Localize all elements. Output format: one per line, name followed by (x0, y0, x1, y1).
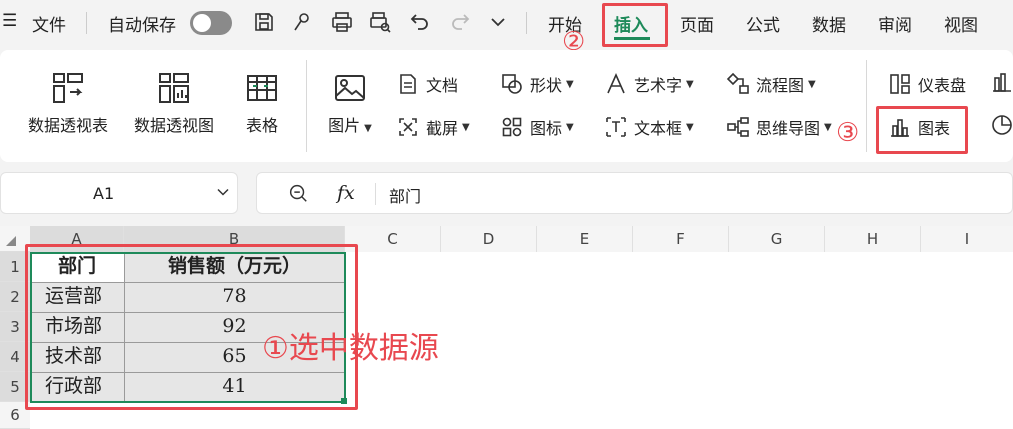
ribbon-divider (306, 60, 307, 152)
picture-button[interactable]: 图片 ▼ (322, 70, 378, 136)
divider (526, 12, 527, 34)
cell-reference: A1 (93, 184, 115, 203)
document-icon (396, 72, 420, 96)
tab-review[interactable]: 审阅 (878, 11, 912, 36)
pie-chart-icon[interactable] (990, 113, 1013, 137)
textbox-icon (604, 115, 628, 139)
table-label: 表格 (245, 116, 278, 135)
autosave-label: 自动保存 (108, 16, 176, 36)
pivot-chart-label: 数据透视图 (133, 116, 214, 135)
column-header-f[interactable]: F (633, 226, 729, 252)
mindmap-label: 思维导图 (756, 119, 821, 138)
chevron-down-icon: ▼ (566, 121, 574, 133)
column-header-i[interactable]: I (921, 226, 1013, 252)
pivot-table-button[interactable]: 数据透视表 (22, 70, 114, 136)
save-icon[interactable] (252, 10, 276, 34)
column-header-d[interactable]: D (441, 226, 537, 252)
column-header-g[interactable]: G (729, 226, 825, 252)
chevron-down-icon: ▼ (566, 78, 574, 90)
print-icon[interactable] (330, 10, 354, 34)
pivot-chart-button[interactable]: 数据透视图 (128, 70, 220, 136)
column-header-c[interactable]: C (345, 226, 441, 252)
column-header-h[interactable]: H (825, 226, 921, 252)
divider (86, 12, 87, 34)
shape-label: 形状 (530, 76, 563, 95)
flowchart-label: 流程图 (756, 76, 805, 95)
chevron-down-icon: ▼ (686, 78, 694, 90)
textbox-button[interactable]: 文本框 ▼ (604, 113, 694, 141)
top-toolbar: ☰ 文件 自动保存 开始 插入 页面 公式 数据 审阅 视图 (0, 0, 1013, 46)
autosave-toggle[interactable] (190, 11, 232, 35)
table-button[interactable]: 表格 (236, 70, 288, 136)
tab-view[interactable]: 视图 (944, 11, 978, 36)
shape-icon (500, 72, 524, 96)
format-painter-icon[interactable] (290, 10, 314, 34)
document-button[interactable]: 文档 (396, 70, 458, 98)
flowchart-icon (726, 72, 750, 96)
screenshot-button[interactable]: 截屏 ▼ (396, 113, 470, 141)
insert-tab-highlight (602, 3, 668, 47)
dashboard-label: 仪表盘 (918, 76, 967, 95)
zoom-search-icon[interactable] (287, 182, 309, 204)
tab-page[interactable]: 页面 (680, 11, 714, 36)
icon-button[interactable]: 图标 ▼ (500, 113, 574, 141)
chevron-down-icon: ▼ (686, 121, 694, 133)
fx-icon[interactable]: fx (337, 182, 355, 204)
divider (375, 183, 376, 205)
chevron-down-icon[interactable] (486, 10, 510, 34)
icon-label: 图标 (530, 119, 563, 138)
name-box[interactable]: A1 (0, 172, 238, 214)
chevron-down-icon[interactable] (213, 182, 233, 202)
column-header-e[interactable]: E (537, 226, 633, 252)
screenshot-label: 截屏 (426, 119, 459, 138)
wordart-label: 艺术字 (634, 76, 683, 95)
formula-bar: A1 fx 部门 (0, 172, 1013, 214)
step-1-annotation: ①选中数据源 (262, 331, 439, 366)
insert-ribbon: 数据透视表 数据透视图 表格 图片▼ 文档 截屏▼ 形状▼ 图标▼ 艺术 (0, 50, 1013, 162)
wordart-button[interactable]: 艺术字 ▼ (604, 70, 694, 98)
flowchart-button[interactable]: 流程图 ▼ (726, 70, 816, 98)
document-label: 文档 (426, 76, 459, 95)
pivot-chart-icon (156, 70, 192, 106)
formula-content: 部门 (389, 187, 422, 206)
ribbon-divider (866, 60, 867, 152)
chevron-down-icon: ▼ (808, 78, 816, 90)
dashboard-icon (888, 72, 912, 96)
mindmap-button[interactable]: 思维导图 ▼ (726, 113, 832, 141)
chevron-down-icon: ▼ (462, 121, 470, 133)
pivot-table-label: 数据透视表 (27, 116, 108, 135)
print-preview-icon[interactable] (368, 10, 392, 34)
picture-icon (332, 70, 368, 106)
table-icon (244, 70, 280, 106)
screenshot-icon (396, 115, 420, 139)
chevron-down-icon: ▼ (364, 123, 372, 134)
shape-button[interactable]: 形状 ▼ (500, 70, 574, 98)
step-3-marker: ③ (836, 118, 860, 148)
textbox-label: 文本框 (634, 119, 683, 138)
menu-icon[interactable]: ☰ (2, 11, 17, 31)
tab-data[interactable]: 数据 (812, 11, 846, 36)
tab-formulas[interactable]: 公式 (746, 11, 780, 36)
pivot-table-icon (50, 70, 86, 106)
undo-icon[interactable] (408, 10, 432, 34)
mindmap-icon (726, 115, 750, 139)
picture-label: 图片 (328, 116, 361, 135)
chart-button-highlight (876, 106, 968, 154)
chevron-down-icon: ▼ (824, 121, 832, 133)
dashboard-button[interactable]: 仪表盘 (888, 70, 966, 98)
wordart-icon (604, 72, 628, 96)
file-menu[interactable]: 文件 (32, 11, 66, 36)
redo-icon[interactable] (448, 10, 472, 34)
icons-grid-icon (500, 115, 524, 139)
bar-chart-icon[interactable] (990, 70, 1013, 94)
spreadsheet-grid: A B C D E F G H I 1 2 3 4 5 6 部门 销售额（万元）… (0, 226, 1013, 429)
formula-input[interactable]: fx 部门 (256, 172, 1013, 214)
